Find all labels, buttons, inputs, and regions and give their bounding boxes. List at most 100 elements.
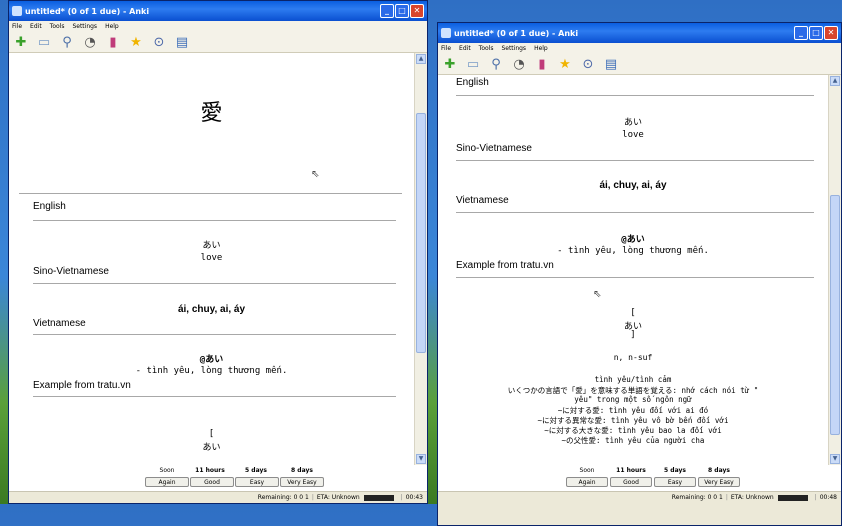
reading-text: あい bbox=[202, 241, 221, 251]
eta-text: ETA: Unknown bbox=[316, 494, 360, 501]
vietnamese-label: Vietnamese bbox=[33, 318, 86, 329]
separator bbox=[33, 396, 396, 397]
list-icon[interactable]: ▤ bbox=[174, 34, 190, 50]
separator bbox=[33, 220, 396, 221]
list-icon[interactable]: ▤ bbox=[603, 56, 619, 72]
again-button[interactable]: Again bbox=[145, 477, 189, 487]
vertical-scrollbar[interactable]: ▲ ▼ bbox=[828, 75, 841, 465]
anki-app-icon bbox=[441, 28, 451, 38]
minimize-button[interactable]: _ bbox=[380, 4, 394, 18]
separator bbox=[33, 283, 396, 284]
graph-icon[interactable]: ▮ bbox=[534, 56, 550, 72]
interval-good: 11 hours bbox=[616, 467, 646, 474]
close-button[interactable]: ✕ bbox=[410, 4, 424, 18]
maximize-button[interactable]: □ bbox=[395, 4, 409, 18]
scroll-up-icon[interactable]: ▲ bbox=[830, 76, 840, 86]
cards-icon[interactable]: ▭ bbox=[465, 56, 481, 72]
vertical-scrollbar[interactable]: ▲ ▼ bbox=[414, 53, 427, 465]
window-title: untitled* (0 of 1 due) - Anki bbox=[454, 28, 579, 38]
menu-settings[interactable]: Settings bbox=[501, 45, 526, 52]
interval-good: 11 hours bbox=[195, 467, 225, 474]
separator bbox=[456, 277, 814, 278]
timer-icon[interactable]: ◔ bbox=[82, 34, 98, 50]
title-bar[interactable]: untitled* (0 of 1 due) - Anki _ □ ✕ bbox=[9, 1, 427, 21]
graph-icon[interactable]: ▮ bbox=[105, 34, 121, 50]
play-icon[interactable]: ⊙ bbox=[580, 56, 596, 72]
anki-app-icon bbox=[12, 6, 22, 16]
scroll-thumb[interactable] bbox=[830, 195, 840, 435]
meaning-text: love bbox=[200, 253, 223, 263]
scroll-up-icon[interactable]: ▲ bbox=[416, 54, 426, 64]
search-icon[interactable]: ⚲ bbox=[59, 34, 75, 50]
bracket-open-text: [ bbox=[208, 429, 215, 439]
very-easy-button[interactable]: Very Easy bbox=[280, 477, 324, 487]
card-view: English あい love Sino-Vietnamese ái, chuy… bbox=[438, 75, 841, 503]
menu-tools[interactable]: Tools bbox=[50, 23, 65, 30]
status-bar: Remaining: 0 0 1 | ETA: Unknown | 00:43 bbox=[9, 491, 427, 503]
toolbar: ✚ ▭ ⚲ ◔ ▮ ★ ⊙ ▤ bbox=[9, 32, 427, 53]
scroll-thumb[interactable] bbox=[416, 113, 426, 353]
good-button[interactable]: Good bbox=[190, 477, 234, 487]
menu-help[interactable]: Help bbox=[105, 23, 119, 30]
timer-icon[interactable]: ◔ bbox=[511, 56, 527, 72]
menu-file[interactable]: File bbox=[441, 45, 451, 52]
title-bar[interactable]: untitled* (0 of 1 due) - Anki _ □ ✕ bbox=[438, 23, 841, 43]
easy-button[interactable]: Easy bbox=[654, 477, 696, 487]
viet-meaning-text: - tình yêu, lòng thương mến. bbox=[135, 366, 288, 376]
again-button[interactable]: Again bbox=[566, 477, 608, 487]
remaining-count: Remaining: 0 0 1 bbox=[671, 494, 723, 501]
scroll-down-icon[interactable]: ▼ bbox=[830, 454, 840, 464]
anki-window-left: untitled* (0 of 1 due) - Anki _ □ ✕ File… bbox=[8, 0, 428, 504]
scroll-down-icon[interactable]: ▼ bbox=[416, 454, 426, 464]
meaning-text: love bbox=[622, 130, 644, 140]
search-icon[interactable]: ⚲ bbox=[488, 56, 504, 72]
star-icon[interactable]: ★ bbox=[128, 34, 144, 50]
window-title: untitled* (0 of 1 due) - Anki bbox=[25, 6, 150, 16]
viet-kana-text: @あい bbox=[621, 235, 645, 245]
example-line: tình yêu/tình cảm bbox=[594, 375, 672, 384]
interval-easy: 5 days bbox=[664, 467, 686, 474]
interval-very-easy: 8 days bbox=[708, 467, 730, 474]
menu-help[interactable]: Help bbox=[534, 45, 548, 52]
play-icon[interactable]: ⊙ bbox=[151, 34, 167, 50]
viet-kana-text: @あい bbox=[199, 355, 224, 365]
menu-settings[interactable]: Settings bbox=[72, 23, 97, 30]
maximize-button[interactable]: □ bbox=[809, 26, 823, 40]
separator bbox=[33, 334, 396, 335]
eta-text: ETA: Unknown bbox=[730, 494, 774, 501]
close-button[interactable]: ✕ bbox=[824, 26, 838, 40]
menu-tools[interactable]: Tools bbox=[479, 45, 494, 52]
interval-very-easy: 8 days bbox=[291, 467, 313, 474]
good-button[interactable]: Good bbox=[610, 477, 652, 487]
separator bbox=[19, 193, 402, 194]
sino-vietnamese-label: Sino-Vietnamese bbox=[456, 143, 532, 154]
star-icon[interactable]: ★ bbox=[557, 56, 573, 72]
separator bbox=[456, 160, 814, 161]
card-document: 愛 ⇖ English あい love Sino-Vietnamese ái, … bbox=[9, 53, 414, 465]
sino-value-text: ái, chuy, ai, áy bbox=[599, 180, 667, 191]
card-view: 愛 ⇖ English あい love Sino-Vietnamese ái, … bbox=[9, 53, 427, 503]
menu-edit[interactable]: Edit bbox=[30, 23, 42, 30]
cards-icon[interactable]: ▭ bbox=[36, 34, 52, 50]
separator bbox=[456, 95, 814, 96]
minimize-button[interactable]: _ bbox=[794, 26, 808, 40]
mouse-cursor-icon: ⇖ bbox=[311, 169, 320, 180]
part-of-speech-text: n, n-suf bbox=[613, 353, 653, 362]
status-bar: Remaining: 0 0 1 | ETA: Unknown | 00:48 bbox=[438, 491, 841, 503]
add-icon[interactable]: ✚ bbox=[13, 34, 29, 50]
session-time: 00:48 bbox=[819, 494, 837, 501]
separator bbox=[456, 212, 814, 213]
sino-vietnamese-label: Sino-Vietnamese bbox=[33, 266, 109, 277]
bracket-kana-text: あい bbox=[202, 443, 221, 453]
easy-button[interactable]: Easy bbox=[235, 477, 279, 487]
menu-edit[interactable]: Edit bbox=[459, 45, 471, 52]
english-label: English bbox=[456, 77, 489, 88]
menu-file[interactable]: File bbox=[12, 23, 22, 30]
vietnamese-label: Vietnamese bbox=[456, 195, 509, 206]
answer-bar: Soon 11 hours 5 days 8 days Again Good E… bbox=[9, 465, 427, 491]
bracket-close-text: ] bbox=[630, 330, 636, 340]
progress-bar bbox=[777, 494, 808, 501]
add-icon[interactable]: ✚ bbox=[442, 56, 458, 72]
menu-bar: File Edit Tools Settings Help bbox=[438, 43, 841, 54]
very-easy-button[interactable]: Very Easy bbox=[698, 477, 740, 487]
